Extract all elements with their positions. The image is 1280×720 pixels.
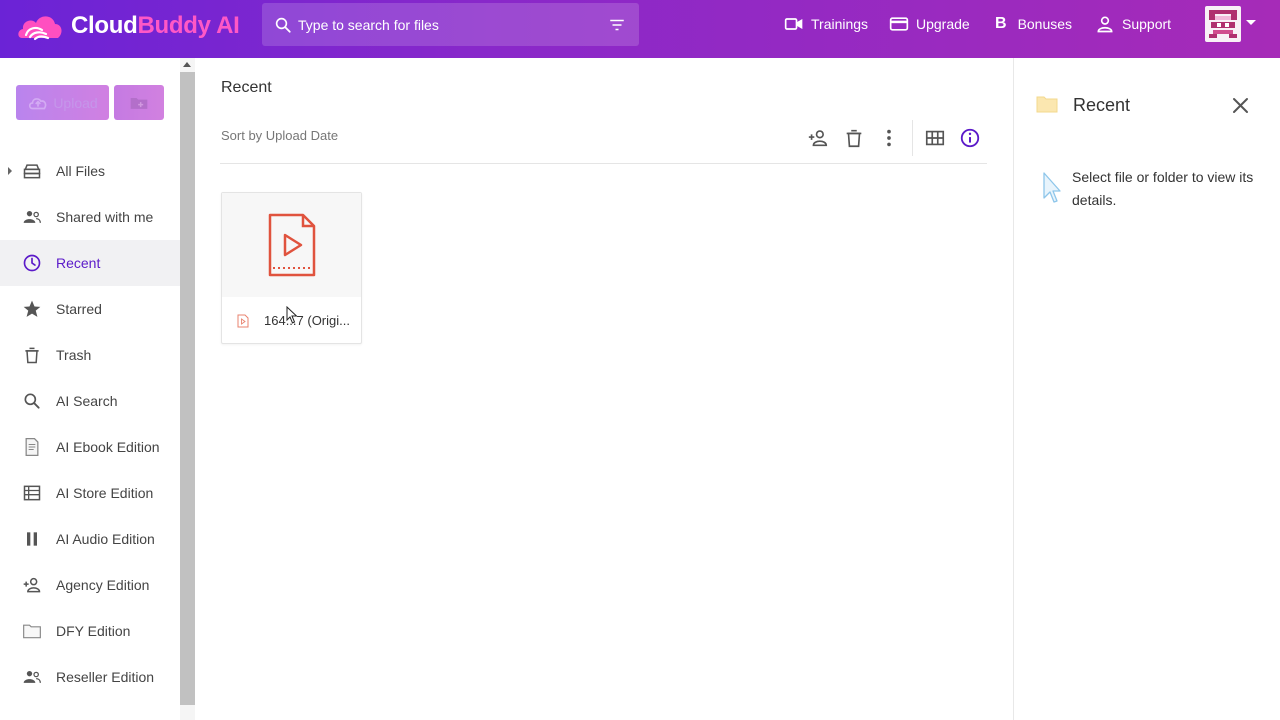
top-header: CloudBuddy AI Trainings Upgrade B Bonuse… [0,0,1280,58]
letter-b-icon: B [995,15,1007,32]
search-bar[interactable] [262,3,639,46]
file-thumbnail [222,193,361,297]
info-button[interactable] [958,126,982,150]
sidebar-item-label: AI Store Edition [56,485,154,501]
sidebar-item-starred[interactable]: Starred [0,286,180,332]
nav-bonuses[interactable]: B Bonuses [995,0,1072,48]
logo-text-cloud: Cloud [71,12,138,39]
nav-trainings-label: Trainings [811,16,869,32]
person-add-icon [808,130,828,147]
nav-upgrade[interactable]: Upgrade [889,0,970,48]
document-icon [22,437,42,457]
upload-button-label: Upload [53,94,98,111]
info-icon [960,128,980,148]
trash-icon [846,129,862,148]
nav-upgrade-label: Upgrade [916,16,970,32]
grid-view-button[interactable] [923,126,947,150]
sidebar-item-label: Trash [56,347,92,363]
sidebar-item-ai-audio-edition[interactable]: AI Audio Edition [0,516,180,562]
sidebar-item-label: Starred [56,301,102,317]
cloud-upload-icon [29,97,47,109]
avatar[interactable] [1205,6,1241,42]
create-folder-icon [130,97,148,109]
sidebar-item-ai-store-edition[interactable]: AI Store Edition [0,470,180,516]
drive-stack-icon [22,161,42,181]
people-icon [22,667,42,687]
new-folder-button[interactable] [114,85,164,120]
logo-text-buddy: Buddy AI [137,12,240,39]
sidebar-item-recent[interactable]: Recent [0,240,180,286]
sidebar-item-trash[interactable]: Trash [0,332,180,378]
logo-text: CloudBuddy AI [71,12,240,40]
mouse-cursor-icon [286,306,298,324]
folder-outline-icon [22,621,42,641]
sidebar-item-label: Agency Edition [56,577,150,593]
credit-card-icon [889,17,909,31]
delete-button[interactable] [842,126,866,150]
sidebar-item-label: All Files [56,163,106,179]
person-icon [1097,16,1113,33]
people-icon [22,207,42,227]
pointer-icon [1043,172,1061,203]
sidebar-item-label: Reseller Edition [56,669,155,685]
search-icon [22,391,42,411]
sidebar-item-label: Recent [56,255,101,271]
more-options-button[interactable] [877,126,901,150]
pause-icon [22,529,42,549]
person-add-icon [22,575,42,595]
scroll-up-arrow-icon[interactable] [183,62,191,67]
sidebar-item-all-files[interactable]: All Files [0,148,180,194]
close-icon[interactable] [1232,97,1249,114]
sidebar-item-agency-edition[interactable]: Agency Edition [0,562,180,608]
nav-support[interactable]: Support [1095,0,1171,48]
sidebar-scrollbar-thumb[interactable] [180,72,195,705]
sidebar-item-label: AI Search [56,393,118,409]
details-panel-border [1013,58,1014,720]
grid-view-icon [925,130,945,146]
avatar-chevron-down-icon[interactable] [1246,20,1256,25]
search-input[interactable] [298,16,588,33]
list-icon [22,483,42,503]
sidebar-item-label: AI Audio Edition [56,531,155,547]
nav-trainings[interactable]: Trainings [784,0,868,48]
filter-icon[interactable] [608,16,626,34]
details-empty-message: Select file or folder to view its detail… [1072,169,1254,208]
app-logo[interactable]: CloudBuddy AI [16,8,240,44]
pixel-avatar-icon [1209,10,1237,38]
video-camera-icon [784,18,803,30]
clock-icon [22,253,42,273]
search-icon [275,17,291,33]
sidebar-item-dfy-edition[interactable]: DFY Edition [0,608,180,654]
details-panel-title: Recent [1073,95,1131,115]
sort-dropdown[interactable]: Sort by Upload Date [221,128,338,143]
nav-support-label: Support [1122,16,1172,32]
sidebar-item-reseller-edition[interactable]: Reseller Edition [0,654,180,700]
sidebar-item-ai-ebook-edition[interactable]: AI Ebook Edition [0,424,180,470]
toolbar-divider-line [220,163,987,164]
expand-caret-icon[interactable] [8,167,12,175]
video-file-small-icon [237,314,249,328]
nav-bonuses-label: Bonuses [1017,16,1073,32]
more-vertical-icon [887,129,891,147]
trash-icon [22,345,42,365]
sidebar-item-ai-search[interactable]: AI Search [0,378,180,424]
sidebar-item-label: AI Ebook Edition [56,439,160,455]
sidebar-item-label: DFY Edition [56,623,131,639]
share-button[interactable] [806,126,830,150]
star-icon [22,299,42,319]
cloud-logo-icon [18,16,62,41]
toolbar-divider [912,120,913,156]
file-name: 164...7 (Origi... [264,313,350,328]
video-file-icon [268,213,315,277]
upload-button[interactable]: Upload [16,85,109,120]
sidebar-item-label: Shared with me [56,209,154,225]
sidebar-item-shared-with-me[interactable]: Shared with me [0,194,180,240]
folder-icon [1036,96,1058,113]
page-title: Recent [221,79,272,96]
